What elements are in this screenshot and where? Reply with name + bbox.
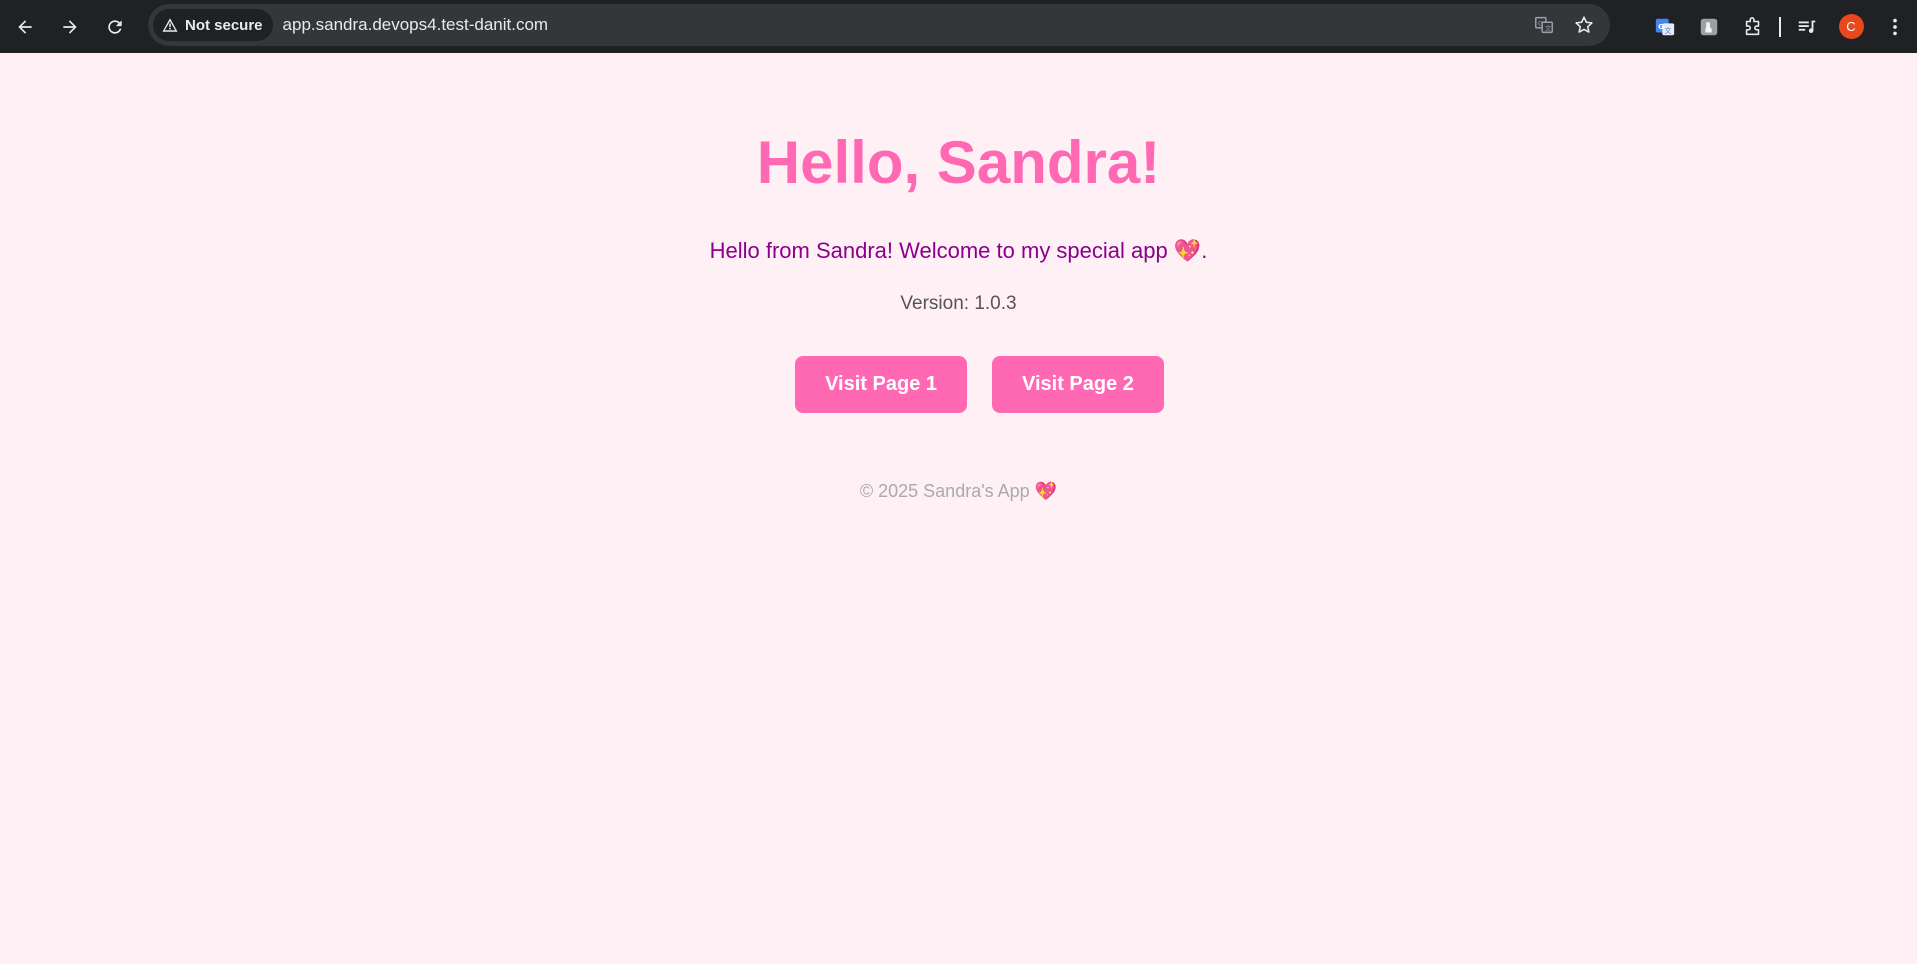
heart-emoji-icon: 💖 <box>1173 238 1202 263</box>
browser-toolbar: Not secure app.sandra.devops4.test-danit… <box>0 0 1917 53</box>
google-translate-extension-button[interactable]: G 文 <box>1643 5 1687 49</box>
visit-page-1-button[interactable]: Visit Page 1 <box>795 356 967 413</box>
warning-icon <box>162 18 178 32</box>
reading-list-button[interactable] <box>1785 5 1829 49</box>
footer: © 2025 Sandra's App 💖 <box>0 478 1917 504</box>
welcome-suffix: . <box>1201 238 1208 263</box>
google-translate-extension-icon: G 文 <box>1655 18 1675 35</box>
translate-button[interactable]: G 文 <box>1532 13 1556 37</box>
url-text[interactable]: app.sandra.devops4.test-danit.com <box>283 15 549 35</box>
footer-text: © 2025 Sandra's App <box>859 481 1030 501</box>
footer-heart-icon: 💖 <box>1034 481 1058 501</box>
version-label: Version: 1.0.3 <box>900 293 1017 314</box>
welcome-message: Hello from Sandra! Welcome to my special… <box>0 236 1917 266</box>
translate-icon: G 文 <box>1535 16 1553 34</box>
reading-list-icon <box>1798 20 1816 33</box>
bookmark-button[interactable] <box>1572 13 1596 37</box>
star-icon <box>1575 16 1593 33</box>
forward-icon <box>63 19 77 34</box>
browser-menu-button[interactable] <box>1873 5 1917 49</box>
svg-text:文: 文 <box>1545 24 1552 33</box>
button-row: Visit Page 1 Visit Page 2 <box>0 356 1917 413</box>
back-icon <box>18 19 32 34</box>
toolbar-actions: G 文 C <box>1643 0 1917 53</box>
more-icon <box>1893 18 1897 35</box>
svg-text:G: G <box>1658 21 1664 30</box>
avatar: C <box>1838 14 1864 39</box>
extensions-menu-button[interactable] <box>1731 5 1775 49</box>
svg-text:文: 文 <box>1665 25 1672 34</box>
svg-text:G: G <box>1538 19 1543 27</box>
reload-button[interactable] <box>95 7 135 47</box>
reload-icon <box>108 19 122 34</box>
profile-button[interactable]: C <box>1829 5 1873 49</box>
security-label: Not secure <box>185 16 263 34</box>
back-button[interactable] <box>5 7 45 47</box>
page-title: Hello, Sandra! <box>756 129 1161 196</box>
toolbar-divider <box>1779 16 1781 37</box>
forward-button[interactable] <box>50 7 90 47</box>
address-bar[interactable]: Not secure app.sandra.devops4.test-danit… <box>148 4 1610 46</box>
page-content: Hello, Sandra! Hello from Sandra! Welcom… <box>0 53 1917 964</box>
welcome-text: Hello from Sandra! Welcome to my special… <box>709 238 1168 263</box>
puzzle-icon <box>1745 16 1760 35</box>
security-indicator[interactable]: Not secure <box>153 9 273 41</box>
extension-icon <box>1700 18 1718 35</box>
extension-button[interactable] <box>1687 5 1731 49</box>
visit-page-2-button[interactable]: Visit Page 2 <box>992 356 1164 413</box>
